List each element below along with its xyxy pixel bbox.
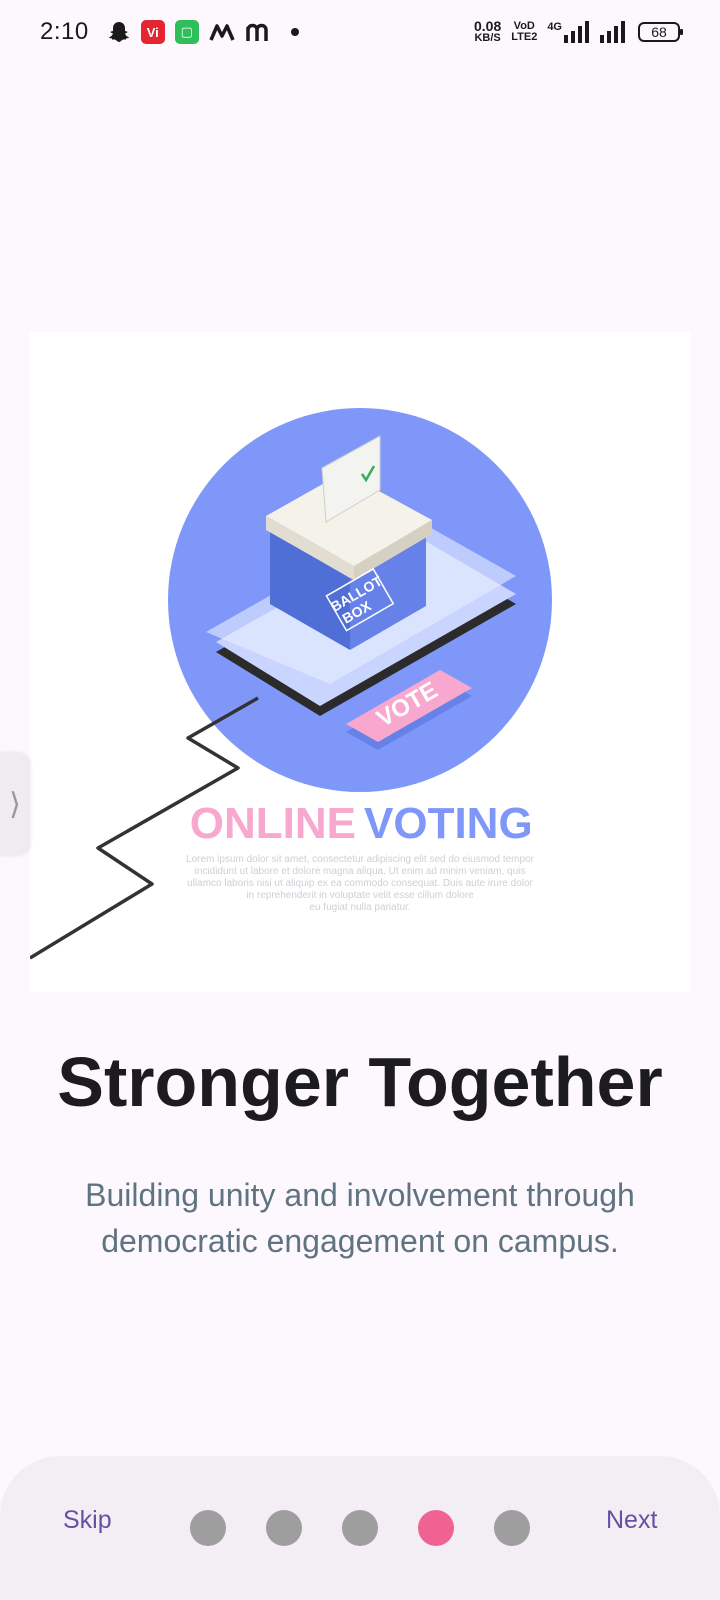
android-app-icon: ▢ — [174, 20, 199, 44]
skip-button[interactable]: Skip — [63, 1506, 112, 1535]
page-indicator-dot-active[interactable] — [418, 1510, 454, 1546]
body-line-1: Lorem ipsum dolor sit amet, consectetur … — [186, 854, 535, 865]
volte-bottom: LTE2 — [511, 31, 538, 43]
status-time: 2:10 — [40, 18, 89, 45]
chevron-right-icon: ⟩ — [9, 787, 21, 821]
m-logo-icon — [209, 24, 235, 41]
page-title: Stronger Together — [57, 1043, 663, 1121]
next-button[interactable]: Next — [606, 1506, 657, 1535]
net-speed-value: 0.08 — [473, 18, 502, 34]
page-indicator — [190, 1510, 530, 1546]
signal-bars-1-icon — [564, 21, 589, 43]
status-bar: 2:10 Vi ▢ 0.08 KB/S VoD LTE2 4G 68 — [0, 0, 720, 64]
page-indicator-dot[interactable] — [266, 1510, 302, 1546]
notification-icons: Vi ▢ — [107, 20, 299, 44]
body-line-5: eu fugiat nulla pariatur. — [309, 902, 410, 913]
page-indicator-dot[interactable] — [494, 1510, 530, 1546]
side-panel-handle[interactable]: ⟩ — [0, 752, 30, 856]
online-heading: ONLINE — [190, 799, 356, 848]
voting-heading: VOTING — [364, 799, 533, 848]
body-line-4: in reprehenderit in voluptate velit esse… — [246, 890, 474, 901]
m-app-icon — [245, 23, 268, 41]
net-speed-unit: KB/S — [474, 32, 501, 44]
illustration-body-text: Lorem ipsum dolor sit amet, consectetur … — [186, 854, 535, 913]
system-icons: 0.08 KB/S VoD LTE2 4G 68 — [473, 18, 683, 44]
network-type: 4G — [547, 21, 562, 33]
body-line-2: incididunt ut labore et dolore magna ali… — [195, 866, 526, 877]
page-subtitle: Building unity and involvement through d… — [85, 1177, 635, 1259]
volte-indicator: VoD LTE2 — [511, 21, 537, 43]
signal-4g: 4G — [547, 21, 590, 43]
notification-dot-icon — [290, 28, 299, 36]
signal-bars-2-icon — [600, 21, 625, 43]
illustration-svg: BALLOT BOX VOTE ONLINE VOTING Lorem ipsu… — [30, 408, 552, 960]
net-speed: 0.08 KB/S — [473, 18, 502, 44]
vi-app-icon: Vi — [140, 20, 165, 44]
page-indicator-dot[interactable] — [190, 1510, 226, 1546]
snapchat-icon — [108, 22, 129, 42]
page-indicator-dot[interactable] — [342, 1510, 378, 1546]
online-voting-illustration: BALLOT BOX VOTE ONLINE VOTING Lorem ipsu… — [30, 332, 690, 992]
battery-icon: 68 — [638, 22, 683, 42]
body-line-3: ullamco laboris nisi ut aliquip ex ea co… — [187, 878, 533, 889]
